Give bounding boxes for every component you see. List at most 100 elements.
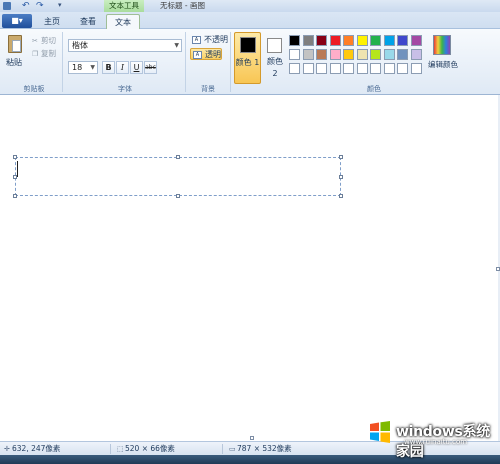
quick-access-dropdown-icon[interactable]: ▾ (58, 1, 62, 9)
watermark-url: www.ruinaitu.com (404, 438, 468, 446)
clipboard-group-label: 剪贴板 (23, 85, 45, 93)
palette-swatch[interactable] (410, 63, 422, 74)
font-size-select[interactable]: 18 ▼ (68, 61, 98, 74)
bold-button[interactable]: B (102, 61, 115, 74)
resize-handle[interactable] (339, 155, 343, 159)
italic-button[interactable]: I (116, 61, 129, 74)
chevron-down-icon: ▼ (174, 42, 179, 49)
tab-view[interactable]: 查看 (72, 14, 104, 29)
palette-swatch[interactable] (397, 49, 408, 60)
font-size-value: 18 (72, 63, 83, 72)
cut-label: 剪切 (41, 36, 56, 45)
resize-handle[interactable] (339, 194, 343, 198)
palette-swatch[interactable] (289, 63, 300, 74)
title-bar: ↶ ↷ ▾ 文本工具 无标题 - 画图 (0, 0, 500, 12)
paste-button[interactable]: 粘贴 (6, 57, 22, 68)
palette-swatch[interactable] (302, 49, 314, 60)
app-menu-button[interactable]: ■▾ (2, 14, 32, 28)
edit-colors-button[interactable]: 编辑颜色 (426, 59, 460, 70)
resize-handle[interactable] (176, 194, 180, 198)
opaque-icon: A (192, 36, 201, 44)
palette-swatch[interactable] (289, 35, 300, 46)
palette-swatch[interactable] (316, 63, 327, 74)
crosshair-icon: ✛ (4, 445, 10, 453)
tab-home[interactable]: 主页 (38, 14, 66, 29)
drawing-canvas[interactable] (0, 95, 500, 441)
palette-swatch[interactable] (410, 35, 422, 46)
palette-swatch[interactable] (356, 35, 368, 46)
canvas-resize-grip[interactable] (496, 267, 500, 271)
palette-swatch[interactable] (383, 63, 395, 74)
color-spectrum-icon[interactable] (433, 35, 451, 55)
group-divider (185, 32, 186, 92)
copy-button[interactable]: ❐ 复制 (32, 48, 56, 58)
resize-handle[interactable] (339, 175, 343, 179)
palette-swatch[interactable] (343, 63, 354, 74)
palette-swatch[interactable] (383, 35, 395, 46)
transparent-icon: A (193, 51, 202, 59)
cursor-position: ✛ 632, 247像素 (4, 444, 61, 453)
palette-swatch[interactable] (397, 35, 408, 46)
copy-label: 复制 (41, 49, 56, 58)
palette-swatch[interactable] (356, 63, 368, 74)
ribbon-tab-row: ■▾ 主页 查看 文本 (0, 12, 500, 30)
save-icon[interactable] (3, 2, 11, 10)
chevron-down-icon: ▼ (90, 64, 95, 71)
color1-swatch (240, 37, 256, 53)
palette-swatch[interactable] (370, 63, 381, 74)
paste-icon[interactable] (8, 35, 22, 53)
color2-button[interactable]: 颜色 2 (264, 32, 286, 84)
colors-group-label: 颜色 (367, 85, 381, 93)
palette-swatch[interactable] (370, 49, 381, 60)
color2-swatch (267, 38, 282, 53)
palette-swatch[interactable] (302, 63, 314, 74)
palette-swatch[interactable] (343, 49, 354, 60)
color1-label: 颜色 1 (235, 58, 260, 67)
cut-button[interactable]: ✂ 剪切 (32, 35, 56, 45)
palette-swatch[interactable] (329, 35, 341, 46)
resize-handle[interactable] (13, 155, 17, 159)
palette-swatch[interactable] (383, 49, 395, 60)
opaque-label: 不透明 (204, 35, 228, 44)
color2-label: 颜色 2 (267, 57, 283, 78)
canvas-resize-grip[interactable] (250, 436, 254, 440)
palette-swatch[interactable] (302, 35, 314, 46)
image-size-icon: ▭ (229, 445, 236, 453)
resize-handle[interactable] (13, 175, 17, 179)
ribbon: 粘贴 ✂ 剪切 ❐ 复制 剪贴板 楷体 ▼ 18 ▼ B I U abc 字体 A不… (0, 29, 500, 95)
font-group-label: 字体 (118, 85, 132, 93)
text-box-selection[interactable] (15, 157, 341, 196)
opaque-button[interactable]: A 不透明 (190, 34, 230, 46)
palette-swatch[interactable] (410, 49, 422, 60)
palette-swatch[interactable] (316, 35, 327, 46)
group-divider (62, 32, 63, 92)
font-family-select[interactable]: 楷体 ▼ (68, 39, 182, 52)
palette-swatch[interactable] (289, 49, 300, 60)
strikethrough-button[interactable]: abc (144, 61, 157, 74)
underline-button[interactable]: U (130, 61, 143, 74)
redo-icon[interactable]: ↷ (36, 2, 46, 11)
image-size: ▭787 × 532像素 (229, 444, 292, 453)
transparent-label: 透明 (205, 50, 221, 59)
window-title: 无标题 - 画图 (160, 1, 205, 10)
palette-swatch[interactable] (343, 35, 354, 46)
palette-swatch[interactable] (329, 49, 341, 60)
transparent-button[interactable]: A 透明 (190, 48, 222, 60)
resize-handle[interactable] (13, 194, 17, 198)
status-divider (110, 444, 111, 454)
scissors-icon: ✂ (32, 37, 38, 45)
color1-button[interactable]: 颜色 1 (234, 32, 261, 84)
palette-swatch[interactable] (370, 35, 381, 46)
font-family-value: 楷体 (72, 41, 88, 50)
resize-handle[interactable] (176, 155, 180, 159)
palette-swatch[interactable] (329, 63, 341, 74)
copy-icon: ❐ (32, 50, 39, 58)
tab-text[interactable]: 文本 (106, 14, 140, 30)
selection-icon: ⬚ (117, 445, 124, 453)
windows-logo-icon (370, 421, 390, 443)
palette-swatch[interactable] (356, 49, 368, 60)
palette-swatch[interactable] (316, 49, 327, 60)
undo-icon[interactable]: ↶ (22, 2, 32, 11)
palette-swatch[interactable] (397, 63, 408, 74)
text-tools-context-label: 文本工具 (104, 0, 144, 12)
